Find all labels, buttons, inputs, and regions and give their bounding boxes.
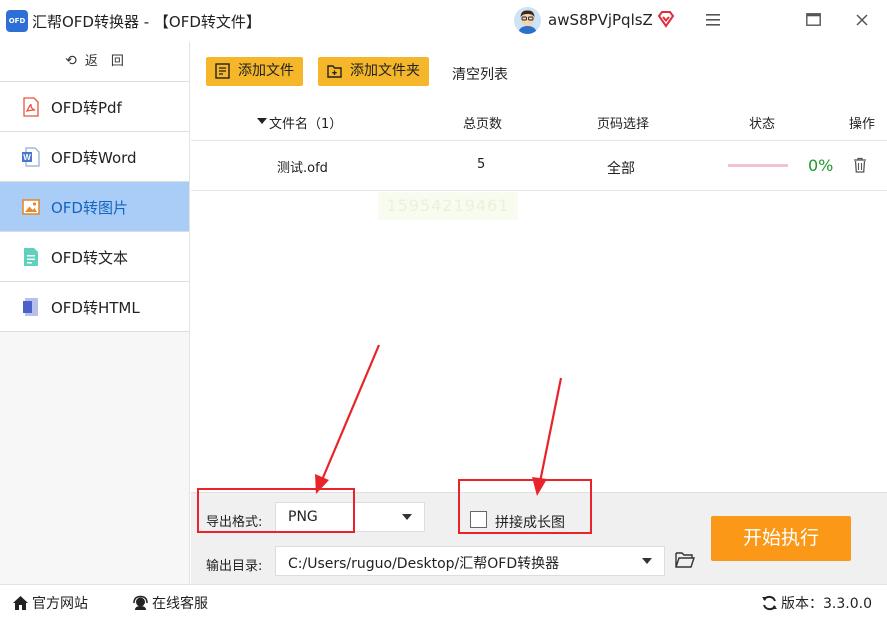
row-pages: 5 [477, 157, 486, 172]
sidebar-item-label: OFD转图片 [51, 199, 128, 217]
avatar[interactable] [514, 7, 541, 34]
toolbar: 添加文件 添加文件夹 清空列表 [191, 42, 887, 100]
sidebar: ⟲ 返 回 OFD转Pdf W OFD转Word OFD转图片 OFD转文本 O… [0, 42, 190, 584]
official-website-link[interactable]: 官方网站 [12, 593, 88, 613]
output-dir-label: 输出目录: [206, 559, 263, 574]
footer: 官方网站 在线客服 版本：3.3.0.0 [0, 584, 887, 621]
sidebar-item-ofd-to-text[interactable]: OFD转文本 [0, 232, 189, 282]
title-bar: OFD 汇帮OFD转换器 - 【OFD转文件】 awS8PVjPqlsZ [0, 0, 887, 42]
hamburger-icon[interactable] [700, 9, 726, 33]
table-row[interactable]: 测试.ofd 5 全部 0% [191, 141, 887, 191]
output-dir-value: C:/Users/ruguo/Desktop/汇帮OFD转换器 [288, 556, 560, 572]
start-button[interactable]: 开始执行 [711, 516, 851, 561]
maximize-icon[interactable] [800, 9, 826, 33]
window-title: 汇帮OFD转换器 - 【OFD转文件】 [32, 13, 261, 31]
chevron-down-icon [642, 558, 652, 564]
vip-diamond-icon[interactable] [656, 9, 676, 29]
sidebar-item-label: OFD转Word [51, 149, 137, 167]
sidebar-item-label: OFD转Pdf [51, 99, 122, 117]
add-file-button[interactable]: 添加文件 [206, 57, 303, 86]
back-button[interactable]: ⟲ 返 回 [0, 42, 189, 82]
progress-bar [728, 164, 788, 167]
folder-open-icon[interactable] [675, 551, 695, 569]
column-header-status: 状态 [749, 117, 776, 132]
image-icon [22, 199, 40, 215]
username[interactable]: awS8PVjPqlsZ [548, 11, 653, 29]
back-arrow-icon: ⟲ [65, 53, 77, 69]
svg-text:W: W [23, 153, 31, 162]
sidebar-item-ofd-to-word[interactable]: W OFD转Word [0, 132, 189, 182]
refresh-icon [762, 595, 777, 611]
column-header-pages: 总页数 [463, 117, 503, 132]
online-support-link[interactable]: 在线客服 [132, 593, 208, 613]
trash-icon[interactable] [853, 157, 867, 173]
row-filename: 测试.ofd [277, 161, 328, 176]
text-icon [24, 248, 38, 266]
watermark-text: 15954219461 [378, 192, 518, 220]
word-icon: W [22, 147, 40, 167]
sidebar-item-ofd-to-image[interactable]: OFD转图片 [0, 182, 189, 232]
home-icon [13, 596, 28, 610]
row-page-select[interactable]: 全部 [607, 158, 635, 178]
sidebar-item-ofd-to-pdf[interactable]: OFD转Pdf [0, 82, 189, 132]
sidebar-item-label: OFD转文本 [51, 249, 128, 267]
add-folder-button[interactable]: 添加文件夹 [318, 57, 429, 86]
headset-icon [133, 595, 148, 610]
pdf-icon [23, 97, 39, 117]
progress-percent: 0% [808, 156, 834, 175]
html-icon [23, 298, 38, 316]
sidebar-item-label: OFD转HTML [51, 299, 140, 317]
file-table-header: 文件名（1） 总页数 页码选择 状态 操作 [191, 101, 887, 141]
clear-list-button[interactable]: 清空列表 [452, 64, 508, 84]
output-dir-select[interactable]: C:/Users/ruguo/Desktop/汇帮OFD转换器 [275, 546, 665, 576]
version-info[interactable]: 版本：3.3.0.0 [761, 593, 872, 613]
close-icon[interactable] [849, 9, 875, 33]
sidebar-item-ofd-to-html[interactable]: OFD转HTML [0, 282, 189, 332]
app-logo-icon: OFD [6, 10, 28, 32]
chevron-down-icon [402, 514, 412, 520]
column-header-action: 操作 [849, 117, 876, 132]
column-header-page-select: 页码选择 [597, 117, 650, 132]
sort-caret-icon[interactable] [257, 114, 267, 129]
annotation-box-merge [458, 479, 592, 534]
add-file-icon [215, 63, 230, 79]
add-folder-icon [327, 65, 342, 78]
column-header-filename[interactable]: 文件名（1） [269, 113, 342, 132]
annotation-box-format [197, 488, 355, 533]
